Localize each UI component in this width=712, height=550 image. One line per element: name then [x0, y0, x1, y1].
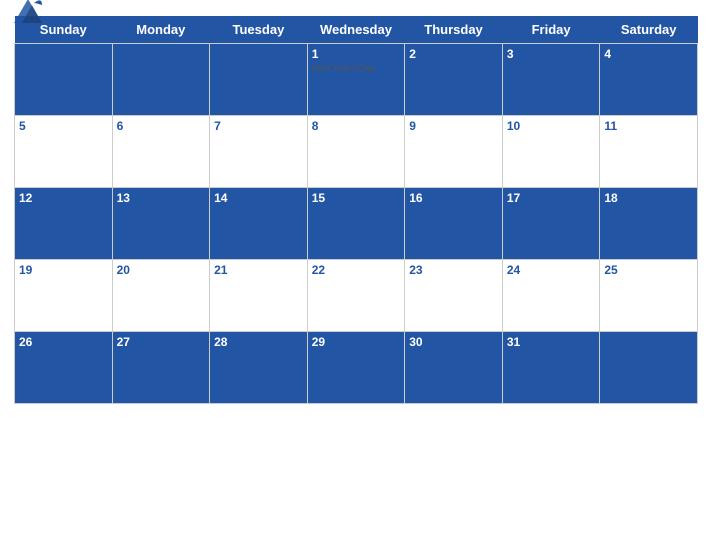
days-of-week-row: Sunday Monday Tuesday Wednesday Thursday… — [15, 16, 698, 44]
calendar-day-cell: 7 — [210, 116, 308, 188]
col-friday: Friday — [502, 16, 600, 44]
day-number: 29 — [312, 335, 401, 349]
day-number: 2 — [409, 47, 498, 61]
calendar-day-cell: 4 — [600, 44, 698, 116]
day-number: 23 — [409, 263, 498, 277]
calendar-day-cell: 1 New Year's Day — [307, 44, 405, 116]
calendar-week-row: 56789 10 11 — [15, 116, 698, 188]
calendar-day-cell: 13 — [112, 188, 210, 260]
calendar-day-cell: 21 — [210, 260, 308, 332]
day-number: 1 — [312, 47, 401, 61]
day-number: 24 — [507, 263, 596, 277]
calendar-day-cell: 27 — [112, 332, 210, 404]
calendar-day-cell: 19 — [15, 260, 113, 332]
calendar-wrapper: Sunday Monday Tuesday Wednesday Thursday… — [0, 0, 712, 550]
calendar-week-row: 12 13 14 15 16 17 18 — [15, 188, 698, 260]
calendar-day-cell: 3 — [502, 44, 600, 116]
day-number: 13 — [117, 191, 206, 205]
day-number: 22 — [312, 263, 401, 277]
calendar-day-cell: 10 — [502, 116, 600, 188]
calendar-week-row: 1 New Year's Day 234 — [15, 44, 698, 116]
calendar-day-cell: 11 — [600, 116, 698, 188]
day-number: 3 — [507, 47, 596, 61]
calendar-day-cell — [210, 44, 308, 116]
calendar-body: 1New Year's Day2345678910111213141516171… — [15, 44, 698, 404]
col-monday: Monday — [112, 16, 210, 44]
day-number: 8 — [312, 119, 401, 133]
calendar-day-cell: 23 — [405, 260, 503, 332]
day-number: 31 — [507, 335, 596, 349]
calendar-day-cell: 24 — [502, 260, 600, 332]
day-number: 19 — [19, 263, 108, 277]
day-number: 25 — [604, 263, 693, 277]
calendar-day-cell: 28 — [210, 332, 308, 404]
calendar-day-cell — [112, 44, 210, 116]
calendar-day-cell: 14 — [210, 188, 308, 260]
calendar-day-cell: 26 — [15, 332, 113, 404]
logo — [14, 0, 44, 25]
calendar-day-cell: 8 — [307, 116, 405, 188]
col-wednesday: Wednesday — [307, 16, 405, 44]
calendar-day-cell: 12 — [15, 188, 113, 260]
day-number: 7 — [214, 119, 303, 133]
calendar-day-cell: 9 — [405, 116, 503, 188]
day-number: 12 — [19, 191, 108, 205]
day-number: 14 — [214, 191, 303, 205]
calendar-day-cell: 22 — [307, 260, 405, 332]
calendar-day-cell: 20 — [112, 260, 210, 332]
day-number: 4 — [604, 47, 693, 61]
calendar-day-cell: 16 — [405, 188, 503, 260]
calendar-day-cell: 6 — [112, 116, 210, 188]
day-number: 5 — [19, 119, 108, 133]
calendar-day-cell: 31 — [502, 332, 600, 404]
calendar-table: Sunday Monday Tuesday Wednesday Thursday… — [14, 16, 698, 404]
calendar-day-cell: 15 — [307, 188, 405, 260]
calendar-day-cell — [15, 44, 113, 116]
calendar-day-cell: 29 — [307, 332, 405, 404]
day-number: 28 — [214, 335, 303, 349]
day-number: 30 — [409, 335, 498, 349]
calendar-week-row: 19 20 21 22 23 24 25 — [15, 260, 698, 332]
day-number: 10 — [507, 119, 596, 133]
day-number: 17 — [507, 191, 596, 205]
day-number: 9 — [409, 119, 498, 133]
calendar-day-cell — [600, 332, 698, 404]
col-thursday: Thursday — [405, 16, 503, 44]
day-number: 6 — [117, 119, 206, 133]
logo-bird-icon — [14, 0, 42, 25]
calendar-day-cell: 18 — [600, 188, 698, 260]
day-number: 16 — [409, 191, 498, 205]
day-number: 18 — [604, 191, 693, 205]
day-number: 26 — [19, 335, 108, 349]
holiday-name: New Year's Day — [312, 63, 401, 73]
day-number: 15 — [312, 191, 401, 205]
col-saturday: Saturday — [600, 16, 698, 44]
day-number: 11 — [604, 119, 693, 133]
calendar-day-cell: 25 — [600, 260, 698, 332]
col-tuesday: Tuesday — [210, 16, 308, 44]
calendar-day-cell: 30 — [405, 332, 503, 404]
calendar-week-row: 26 27 28 29 30 31 — [15, 332, 698, 404]
day-number: 20 — [117, 263, 206, 277]
calendar-day-cell: 5 — [15, 116, 113, 188]
calendar-day-cell: 2 — [405, 44, 503, 116]
day-number: 27 — [117, 335, 206, 349]
calendar-day-cell: 17 — [502, 188, 600, 260]
day-number: 21 — [214, 263, 303, 277]
